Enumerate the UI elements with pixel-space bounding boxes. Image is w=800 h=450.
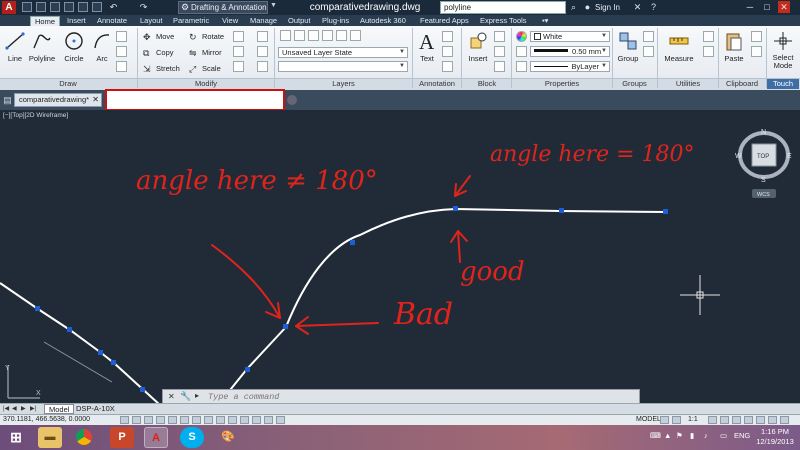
tray-keyboard-icon[interactable]: ⌨: [650, 431, 661, 440]
autocad-taskbar-icon[interactable]: A: [144, 427, 168, 448]
skype-icon[interactable]: S: [180, 427, 204, 448]
object-snap-tracking-icon[interactable]: [204, 416, 213, 424]
quick-properties-icon[interactable]: [264, 416, 273, 424]
tray-flag-icon[interactable]: ⚑: [676, 431, 683, 440]
svg-text:Y: Y: [5, 365, 10, 372]
snap-mode-icon[interactable]: [132, 416, 141, 424]
lock-icon[interactable]: [744, 416, 753, 424]
viewcube-top-label: TOP: [757, 154, 769, 160]
viewcube-s-label: S: [761, 177, 766, 184]
tray-expand-icon[interactable]: ▲: [664, 431, 671, 440]
model-space-toggle[interactable]: MODEL: [636, 415, 661, 425]
viewcube-wcs-label: WCS: [757, 192, 770, 198]
close-command-line-icon[interactable]: ✕: [168, 392, 175, 401]
grip: [140, 387, 145, 392]
first-layout-icon[interactable]: |◀: [3, 405, 10, 413]
input-language[interactable]: ENG: [734, 431, 750, 440]
grip: [111, 360, 116, 365]
command-prompt-icon: ▸: [195, 391, 200, 400]
auto-scale-icon[interactable]: [720, 416, 729, 424]
infer-constraints-icon[interactable]: [120, 416, 129, 424]
grip: [559, 208, 564, 213]
system-clock[interactable]: 1:16 PM 12/19/2013: [752, 427, 798, 447]
3d-object-snap-icon[interactable]: [192, 416, 201, 424]
annotation-bad: Bad: [394, 297, 454, 332]
windows-start-icon[interactable]: ⊞: [4, 427, 28, 448]
grip: [283, 324, 288, 329]
grip: [98, 350, 103, 355]
object-snap-icon[interactable]: [180, 416, 189, 424]
tray-network-icon[interactable]: ▮: [690, 431, 694, 440]
grip: [350, 240, 355, 245]
customize-command-icon[interactable]: 🔧: [180, 391, 191, 402]
clock-time: 1:16 PM: [761, 427, 789, 436]
clock-date: 12/19/2013: [756, 437, 794, 446]
grip: [663, 209, 668, 214]
grip: [453, 206, 458, 211]
layout-tabs-bar: [0, 403, 800, 414]
svg-text:X: X: [36, 390, 41, 397]
previous-layout-icon[interactable]: ◀: [12, 405, 19, 413]
crosshair-cursor: [680, 275, 720, 315]
arrow-from-bad-label: [295, 322, 379, 327]
layout-tab-dsp[interactable]: DSP-A-10X: [72, 404, 119, 414]
transparency-toggle-icon[interactable]: [252, 416, 261, 424]
annotation-good: good: [460, 257, 525, 287]
clean-screen-icon[interactable]: [780, 416, 789, 424]
annotation-angle-not-180: angle here ≠ 180°: [136, 166, 378, 196]
command-input[interactable]: [208, 391, 633, 403]
selection-cycling-icon[interactable]: [276, 416, 285, 424]
grip: [67, 327, 72, 332]
viewcube[interactable]: TOP N S W E WCS: [732, 128, 796, 202]
paint-icon[interactable]: 🎨: [216, 427, 240, 448]
grid-display-icon[interactable]: [144, 416, 153, 424]
isolate-objects-icon[interactable]: [768, 416, 777, 424]
cursor-coordinates[interactable]: 370.1181, 466.5638, 0.0000: [3, 415, 90, 425]
annotation-scale[interactable]: 1:1: [688, 415, 698, 425]
dynamic-ucs-icon[interactable]: [216, 416, 225, 424]
viewcube-n-label: N: [761, 129, 766, 136]
grip: [245, 367, 250, 372]
viewcube-e-label: E: [787, 153, 792, 160]
annotation-visibility-icon[interactable]: [708, 416, 717, 424]
annotation-angle-equals-180: angle here = 180°: [490, 142, 695, 167]
powerpoint-icon[interactable]: P: [110, 427, 134, 448]
arrow-to-bad-point: [211, 244, 281, 319]
viewcube-w-label: W: [735, 153, 742, 160]
workspace-switch-icon[interactable]: [732, 416, 741, 424]
hardware-acceleration-icon[interactable]: [756, 416, 765, 424]
lineweight-toggle-icon[interactable]: [240, 416, 249, 424]
polar-tracking-icon[interactable]: [168, 416, 177, 424]
grip: [35, 306, 40, 311]
polyline-lower-left: [0, 282, 161, 406]
drawing-svg: Y X: [0, 175, 720, 406]
ucs-icon: Y X: [5, 365, 41, 399]
last-layout-icon[interactable]: ▶|: [30, 405, 37, 413]
ortho-mode-icon[interactable]: [156, 416, 165, 424]
chrome-icon[interactable]: [72, 427, 96, 448]
next-layout-icon[interactable]: ▶: [21, 405, 28, 413]
quick-view-drawings-icon[interactable]: [672, 416, 681, 424]
file-explorer-icon[interactable]: ▬: [38, 427, 62, 448]
quick-view-layouts-icon[interactable]: [660, 416, 669, 424]
tray-battery-icon[interactable]: ▭: [720, 431, 727, 440]
offset-line: [43, 341, 113, 383]
dynamic-input-icon[interactable]: [228, 416, 237, 424]
layout-tab-model[interactable]: Model: [44, 404, 75, 414]
tray-volume-icon[interactable]: ♪: [704, 431, 708, 440]
